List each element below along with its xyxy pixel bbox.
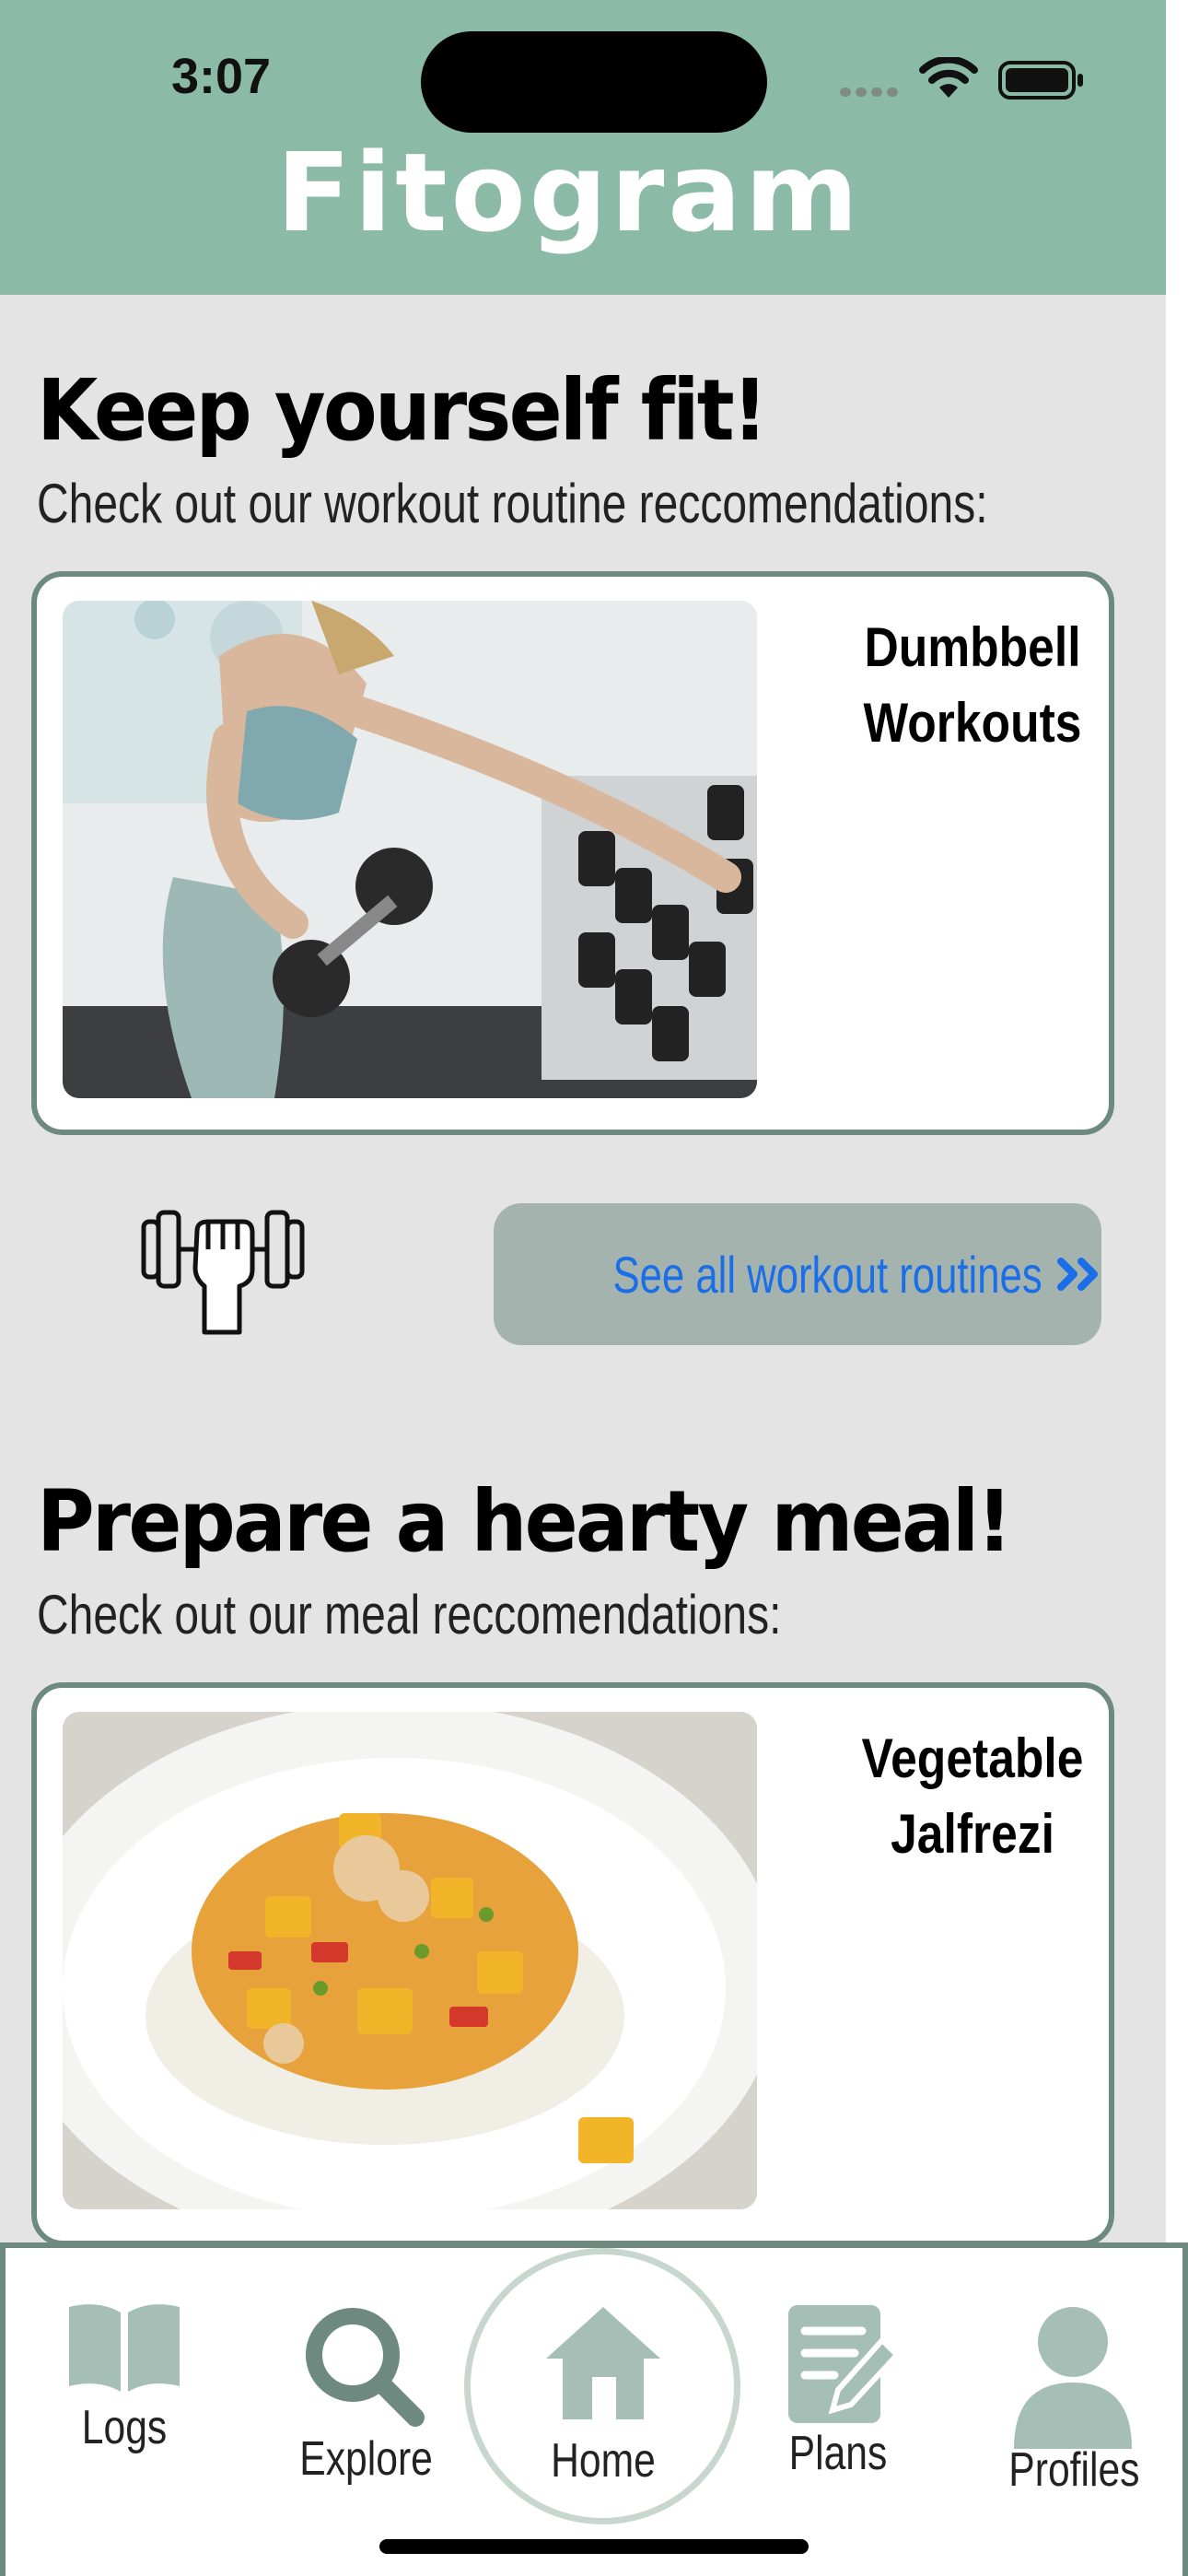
home-icon <box>546 2307 660 2419</box>
dumbbell-hand-icon <box>140 1194 306 1346</box>
meal-photo <box>63 1712 757 2209</box>
nav-logs[interactable]: Logs <box>55 2300 193 2455</box>
screen-edge <box>1166 0 1188 2576</box>
book-icon <box>69 2304 180 2392</box>
workout-heading: Keep yourself fit! <box>37 361 768 460</box>
nav-profiles[interactable]: Profiles <box>995 2303 1151 2498</box>
workout-photo <box>63 601 757 1098</box>
nav-plans[interactable]: Plans <box>764 2303 912 2481</box>
nav-explore[interactable]: Explore <box>285 2301 442 2487</box>
cellular-signal-icon <box>840 85 903 101</box>
meal-card-title: Vegetable Jalfrezi <box>861 1727 1084 1865</box>
meal-heading: Prepare a hearty meal! <box>37 1472 1012 1571</box>
nav-explore-label: Explore <box>299 2432 433 2486</box>
double-chevron-right-icon <box>1055 1244 1103 1306</box>
workout-card[interactable]: Dumbbell Workouts <box>31 571 1114 1135</box>
home-indicator[interactable] <box>379 2539 809 2554</box>
search-icon <box>306 2308 425 2427</box>
meal-subheading: Check out our meal reccomendations: <box>37 1584 782 1645</box>
nav-home[interactable]: Home <box>516 2303 691 2488</box>
nav-logs-label: Logs <box>81 2401 168 2454</box>
nav-home-label: Home <box>551 2434 656 2488</box>
battery-icon <box>998 61 1085 104</box>
dynamic-island <box>421 31 767 133</box>
nav-plans-label: Plans <box>788 2427 888 2480</box>
meal-card[interactable]: Vegetable Jalfrezi <box>31 1682 1114 2246</box>
wifi-icon <box>919 55 978 104</box>
see-all-label: See all workout routines <box>612 1245 1042 1304</box>
status-time: 3:07 <box>171 49 272 104</box>
nav-profiles-label: Profiles <box>1008 2443 1140 2497</box>
note-edit-icon <box>788 2305 902 2423</box>
app-title: Fitogram <box>276 129 862 256</box>
workout-card-title: Dumbbell Workouts <box>863 616 1082 754</box>
profile-icon <box>1014 2307 1132 2449</box>
workout-subheading: Check out our workout routine reccomenda… <box>37 473 988 534</box>
see-all-workouts-button[interactable]: See all workout routines <box>494 1203 1101 1345</box>
